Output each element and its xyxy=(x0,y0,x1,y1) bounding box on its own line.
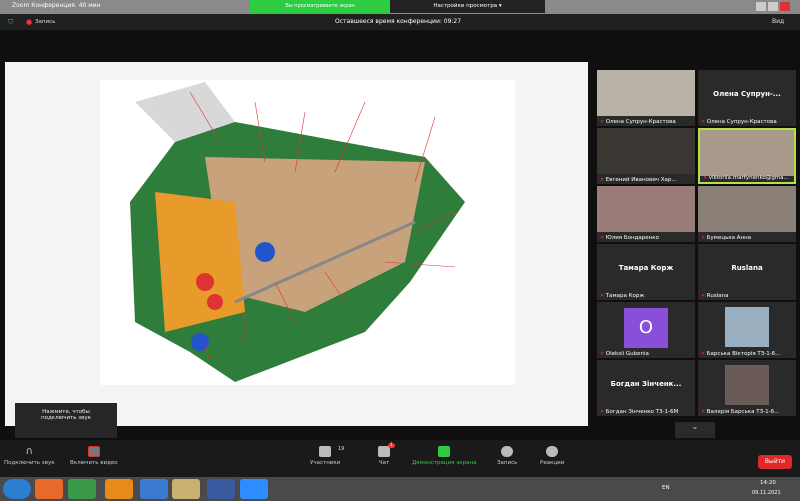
clock-time[interactable]: 14:20 xyxy=(760,480,776,486)
start-video-button[interactable]: Включить видео xyxy=(70,446,118,466)
avatar xyxy=(725,365,769,405)
chat-icon xyxy=(378,446,390,457)
leave-button[interactable]: Выйти xyxy=(758,455,792,469)
boiler-diagram xyxy=(100,80,515,385)
chat-button[interactable]: Чат xyxy=(378,446,390,466)
explorer-icon[interactable] xyxy=(172,479,200,499)
start-button[interactable] xyxy=(3,479,31,499)
participant-tile[interactable]: Бумецька Анна xyxy=(698,186,796,242)
record-button[interactable]: Запись xyxy=(497,446,517,466)
chrome-icon[interactable] xyxy=(68,479,96,499)
gallery-next-button[interactable]: ⌄ xyxy=(675,422,715,438)
zoom-icon[interactable] xyxy=(240,479,268,499)
participant-tile[interactable]: Евгений Иванович Хар... xyxy=(597,128,695,184)
app-icon[interactable] xyxy=(105,479,133,499)
participant-tile[interactable]: Олена Супрун-Крастова xyxy=(597,70,695,126)
chat-badge: 1 xyxy=(388,443,395,448)
meeting-toolbar: ∩ Подключить звук Включить видео Участник… xyxy=(0,440,800,477)
maximize-button[interactable] xyxy=(768,2,778,11)
firefox-icon[interactable] xyxy=(35,479,63,499)
join-audio-button[interactable]: ∩ Подключить звук xyxy=(4,446,55,466)
shield-icon[interactable]: ⛉ xyxy=(8,18,13,27)
view-button[interactable]: Вид xyxy=(772,18,784,25)
recording-label: Запись xyxy=(35,19,56,25)
participants-count: 19 xyxy=(338,446,345,452)
share-screen-icon xyxy=(438,446,451,457)
participant-tile[interactable]: Богдан Зінченк...Богдан Зінченко ТЗ-1-6М xyxy=(597,360,695,416)
view-options-button[interactable]: Настройки просмотра ▾ xyxy=(390,0,545,13)
headphones-icon: ∩ xyxy=(25,446,33,457)
windows-taskbar: EN 14:20 09.11.2021 xyxy=(0,477,800,501)
video-off-icon xyxy=(87,446,100,457)
time-left: Оставшееся время конференции: 09:27 xyxy=(335,18,462,25)
participant-tile[interactable]: Юлия Бондаренко xyxy=(597,186,695,242)
ie-icon[interactable] xyxy=(140,479,168,499)
avatar xyxy=(725,307,769,347)
clock-date[interactable]: 09.11.2021 xyxy=(752,490,781,496)
avatar: O xyxy=(624,308,668,348)
shared-screen xyxy=(5,62,588,426)
audio-tooltip: Нажмите, чтобы подключить звук xyxy=(15,403,117,438)
reactions-icon xyxy=(546,446,559,457)
share-banner: Вы просматриваете экран viktoriia.martyn… xyxy=(250,0,390,22)
participant-tile[interactable]: OOleksii Gubenia xyxy=(597,302,695,358)
participants-icon xyxy=(319,446,332,457)
minimize-button[interactable] xyxy=(756,2,766,11)
record-icon: ● xyxy=(26,18,33,26)
participant-tile[interactable]: RuslanaRuslana xyxy=(698,244,796,300)
participant-tile[interactable]: Барська Вікторія ТЗ-1-6... xyxy=(698,302,796,358)
participant-gallery: Олена Супрун-Крастова Олена Супрун-...Ол… xyxy=(597,70,797,430)
share-screen-button[interactable]: Демонстрация экрана xyxy=(412,446,476,466)
meeting-bar: ⛉ ● Запись Оставшееся время конференции:… xyxy=(0,14,800,30)
window-title: Zoom Конференция. 40 мин xyxy=(12,2,101,9)
word-icon[interactable] xyxy=(207,479,235,499)
reactions-button[interactable]: Реакции xyxy=(540,446,564,466)
participant-tile[interactable]: Валерія Барська ТЗ-1-6... xyxy=(698,360,796,416)
close-button[interactable] xyxy=(780,2,790,11)
participant-tile-active[interactable]: viktoriia.martynenko@gma... xyxy=(698,128,796,184)
participant-tile[interactable]: Тамара КоржТамара Корж xyxy=(597,244,695,300)
record-icon xyxy=(501,446,514,457)
participant-tile[interactable]: Олена Супрун-...Олена Супрун-Крастова xyxy=(698,70,796,126)
participants-button[interactable]: Участники xyxy=(310,446,340,466)
language-indicator[interactable]: EN xyxy=(662,485,670,491)
